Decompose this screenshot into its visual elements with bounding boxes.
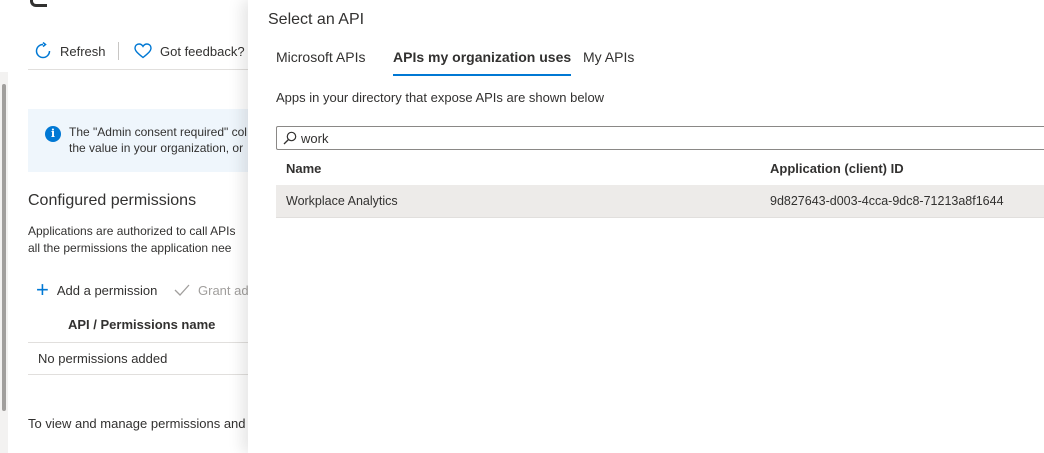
manage-permissions-text: To view and manage permissions and u	[28, 416, 248, 431]
table-row[interactable]: Workplace Analytics 9d827643-d003-4cca-9…	[276, 185, 1044, 218]
column-header-name[interactable]: Name	[286, 161, 321, 176]
configured-permissions-heading: Configured permissions	[28, 192, 197, 209]
configured-desc-line-2: all the permissions the application nee	[28, 241, 232, 255]
table-divider	[28, 374, 248, 375]
client-id-cell: 9d827643-d003-4cca-9dc8-71213a8f1644	[770, 194, 1004, 208]
tab-apis-my-organization-uses[interactable]: APIs my organization uses	[393, 49, 572, 77]
grant-admin-consent-button[interactable]: Grant ad	[174, 280, 248, 300]
toolbar-divider	[118, 42, 119, 60]
configured-permissions-description: Applications are authorized to call APIs…	[28, 223, 235, 257]
refresh-icon	[35, 42, 51, 59]
page-title-fragment	[30, 0, 47, 7]
app-root: Refresh Got feedback? i The "Admin conse…	[0, 0, 1044, 453]
search-icon	[283, 131, 297, 145]
column-header-client-id[interactable]: Application (client) ID	[770, 161, 904, 176]
selected-tab-indicator	[393, 74, 572, 76]
api-search-box[interactable]	[276, 126, 1044, 150]
feedback-button[interactable]: Got feedback?	[134, 38, 245, 64]
permissions-column-header: API / Permissions name	[68, 317, 216, 332]
tab-label: My APIs	[583, 49, 635, 65]
checkmark-icon	[174, 284, 190, 296]
refresh-button[interactable]: Refresh	[34, 38, 106, 64]
tab-label: Microsoft APIs	[276, 49, 366, 65]
info-banner: i The "Admin consent required" col the v…	[28, 109, 248, 172]
info-icon: i	[45, 126, 61, 142]
tab-my-apis[interactable]: My APIs	[583, 49, 634, 77]
tab-microsoft-apis[interactable]: Microsoft APIs	[276, 49, 365, 77]
api-table: Name Application (client) ID Workplace A…	[276, 153, 1044, 218]
select-api-blade: Select an API Microsoft APIs APIs my org…	[248, 0, 1044, 453]
heart-icon	[134, 43, 152, 59]
tab-label: APIs my organization uses	[393, 49, 572, 65]
info-banner-text: The "Admin consent required" col the val…	[69, 124, 248, 156]
command-bar: Refresh Got feedback?	[0, 38, 248, 64]
api-permissions-page: Refresh Got feedback? i The "Admin conse…	[0, 0, 248, 453]
grant-admin-label: Grant ad	[198, 282, 248, 298]
table-header: Name Application (client) ID	[276, 153, 1044, 185]
add-permission-button[interactable]: + Add a permission	[36, 277, 158, 302]
configured-desc-line-1: Applications are authorized to call APIs	[28, 224, 236, 238]
info-banner-line-2: the value in your organization, or	[69, 141, 244, 155]
add-permission-label: Add a permission	[56, 282, 158, 298]
page-scrollbar[interactable]	[0, 72, 8, 453]
scrollbar-thumb[interactable]	[2, 84, 6, 411]
blade-title: Select an API	[268, 11, 365, 28]
toolbar-divider-line	[28, 69, 248, 70]
blade-description: Apps in your directory that expose APIs …	[276, 90, 605, 105]
empty-permissions-text: No permissions added	[38, 351, 168, 366]
refresh-label: Refresh	[60, 43, 106, 59]
info-banner-line-1: The "Admin consent required" col	[69, 125, 247, 139]
plus-icon: +	[36, 277, 49, 302]
search-input[interactable]	[301, 129, 1001, 147]
table-divider	[28, 342, 248, 343]
feedback-label: Got feedback?	[160, 43, 245, 59]
api-name-cell: Workplace Analytics	[286, 194, 398, 208]
